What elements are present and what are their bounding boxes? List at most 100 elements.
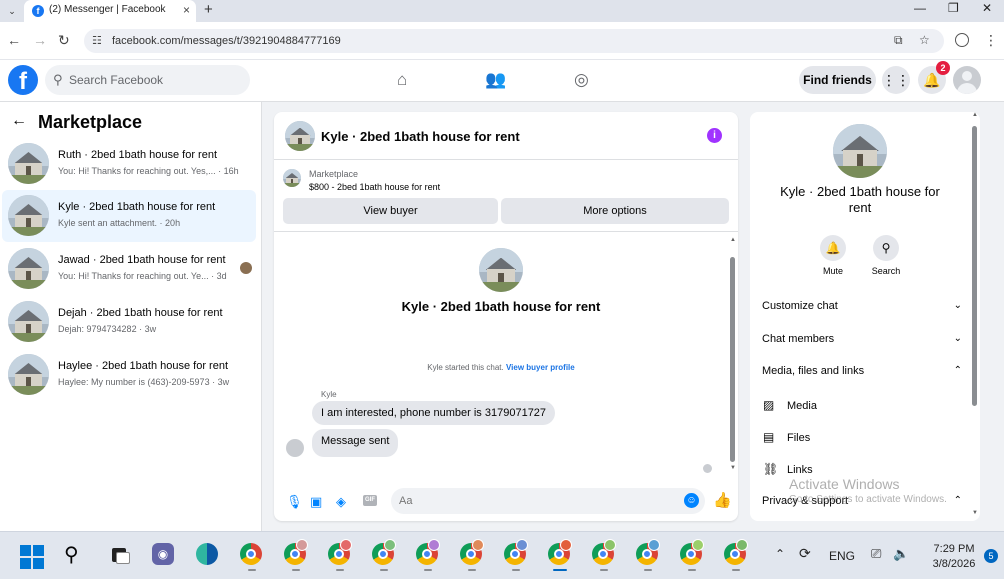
tab-close-icon[interactable]: × bbox=[183, 3, 190, 17]
chat-title[interactable]: Kyle · 2bed 1bath house for rent bbox=[321, 129, 520, 144]
browser-menu-icon[interactable]: ⋮ bbox=[984, 32, 998, 49]
network-icon[interactable]: ⎚ bbox=[871, 546, 881, 562]
chrome-profile-icon[interactable] bbox=[504, 539, 528, 571]
bookmark-star-icon[interactable]: ☆ bbox=[919, 33, 930, 47]
files-item[interactable]: ▤ Files bbox=[763, 430, 953, 444]
url-bar[interactable]: ☷ facebook.com/messages/t/39219048847771… bbox=[84, 29, 944, 53]
view-buyer-profile-link[interactable]: View buyer profile bbox=[506, 363, 575, 372]
find-friends-button[interactable]: Find friends bbox=[799, 66, 876, 94]
section-label: Media, files and links bbox=[762, 365, 865, 377]
scroll-down-icon[interactable]: ▼ bbox=[972, 510, 978, 516]
volume-icon[interactable]: 🔈 bbox=[893, 546, 909, 562]
media-item[interactable]: ▨ Media bbox=[763, 398, 953, 412]
chrome-profile-icon[interactable] bbox=[680, 539, 704, 571]
task-view-icon[interactable] bbox=[108, 543, 132, 567]
chrome-profile-icon[interactable] bbox=[372, 539, 396, 571]
search-conversation-button[interactable]: ⚲ Search bbox=[861, 235, 911, 276]
conversation-item[interactable]: Ruth · 2bed 1bath house for rent You: Hi… bbox=[2, 138, 256, 190]
info-icon[interactable]: i bbox=[707, 128, 722, 143]
new-tab-icon[interactable]: + bbox=[204, 1, 213, 18]
groups-icon[interactable]: ◎ bbox=[574, 70, 589, 90]
start-windows-icon[interactable] bbox=[20, 545, 44, 569]
home-icon[interactable]: ⌂ bbox=[397, 70, 407, 90]
language-indicator[interactable]: ENG bbox=[829, 549, 855, 563]
chevron-down-icon: ⌄ bbox=[953, 300, 962, 311]
media-files-links-section[interactable]: Media, files and links ⌃ bbox=[762, 365, 962, 385]
sticker-icon[interactable]: ◈ bbox=[336, 494, 346, 510]
tray-chevron-up-icon[interactable]: ⌃ bbox=[775, 547, 785, 561]
photo-attach-icon[interactable]: ▣ bbox=[310, 494, 322, 510]
facebook-logo-icon[interactable]: f bbox=[8, 65, 38, 95]
message-bubble[interactable]: Message sent bbox=[312, 429, 399, 457]
details-scrollbar[interactable]: ▲ ▼ bbox=[971, 112, 978, 520]
thumbs-up-icon[interactable]: 👍 bbox=[713, 491, 732, 509]
conversation-item-active[interactable]: Kyle · 2bed 1bath house for rent Kyle se… bbox=[2, 190, 256, 242]
bell-icon: 🔔 bbox=[820, 235, 846, 261]
conversation-name: Ruth · 2bed 1bath house for rent bbox=[58, 149, 217, 161]
conversation-item[interactable]: Dejah · 2bed 1bath house for rent Dejah:… bbox=[2, 296, 256, 348]
microphone-icon[interactable]: 🎙 bbox=[286, 494, 303, 510]
marketplace-label: Marketplace bbox=[309, 169, 359, 179]
restore-icon[interactable]: ❐ bbox=[948, 1, 959, 15]
gif-icon[interactable]: GIF bbox=[363, 495, 377, 506]
reload-icon[interactable]: ↻ bbox=[58, 32, 70, 48]
search-placeholder: Search Facebook bbox=[69, 73, 164, 87]
chrome-profile-icon[interactable] bbox=[636, 539, 660, 571]
browser-tab[interactable]: f (2) Messenger | Facebook × bbox=[24, 0, 196, 22]
scroll-up-icon[interactable]: ▲ bbox=[730, 237, 736, 243]
scroll-up-icon[interactable]: ▲ bbox=[972, 112, 978, 118]
edge-browser-icon[interactable] bbox=[196, 543, 220, 567]
chat-scroll-thumb[interactable] bbox=[730, 257, 735, 462]
facebook-search-box[interactable]: ⚲ Search Facebook bbox=[45, 65, 250, 95]
search-icon[interactable]: ⚲ bbox=[64, 543, 88, 567]
account-avatar[interactable] bbox=[953, 66, 981, 94]
message-input[interactable] bbox=[391, 488, 705, 514]
teams-chat-icon[interactable]: ◉ bbox=[152, 543, 176, 567]
chevron-up-icon: ⌃ bbox=[953, 495, 962, 506]
conversation-preview: Dejah: 9794734282 · 3w bbox=[58, 324, 157, 334]
chat-members-section[interactable]: Chat members ⌄ bbox=[762, 333, 962, 353]
listing-price[interactable]: $800 - 2bed 1bath house for rent bbox=[309, 182, 440, 192]
chat-started-note: Kyle started this chat. View buyer profi… bbox=[274, 363, 728, 372]
tab-search-icon[interactable]: ⌄ bbox=[4, 3, 20, 19]
notification-count-badge[interactable]: 5 bbox=[984, 549, 998, 563]
chrome-profile-icon[interactable] bbox=[592, 539, 616, 571]
chrome-icon[interactable] bbox=[240, 543, 264, 571]
customize-chat-section[interactable]: Customize chat ⌄ bbox=[762, 300, 962, 320]
view-buyer-button[interactable]: View buyer bbox=[283, 198, 498, 224]
emoji-icon[interactable]: ☺ bbox=[684, 493, 699, 508]
clock[interactable]: 7:29 PM 3/8/2026 bbox=[919, 542, 989, 572]
minimize-icon[interactable]: — bbox=[914, 1, 926, 15]
chat-scrollbar[interactable]: ▲ ▼ bbox=[730, 237, 736, 473]
more-options-button[interactable]: More options bbox=[501, 198, 729, 224]
forward-icon[interactable]: → bbox=[33, 32, 47, 48]
scroll-down-icon[interactable]: ▼ bbox=[730, 465, 736, 471]
close-window-icon[interactable]: ✕ bbox=[982, 1, 992, 15]
menu-grid-icon[interactable]: ⋮⋮ bbox=[882, 66, 910, 94]
back-arrow-icon[interactable]: ← bbox=[11, 112, 27, 130]
friends-icon[interactable]: 👥 bbox=[485, 70, 506, 90]
sender-name: Kyle bbox=[321, 390, 337, 399]
conversation-preview: You: Hi! Thanks for reaching out. Ye... … bbox=[58, 271, 227, 281]
conversation-item[interactable]: Jawad · 2bed 1bath house for rent You: H… bbox=[2, 243, 256, 295]
details-scroll-thumb[interactable] bbox=[972, 126, 977, 406]
message-bubble[interactable]: I am interested, phone number is 3179071… bbox=[312, 401, 556, 425]
chrome-profile-icon-active[interactable] bbox=[548, 539, 572, 571]
chrome-profile-icon[interactable] bbox=[416, 539, 440, 571]
back-icon[interactable]: ← bbox=[7, 32, 21, 48]
chat-thumbnail[interactable] bbox=[285, 121, 315, 151]
chrome-profile-icon[interactable] bbox=[328, 539, 352, 571]
chrome-profile-icon[interactable] bbox=[284, 539, 308, 571]
conversation-name: Haylee · 2bed 1bath house for rent bbox=[58, 360, 229, 372]
links-item[interactable]: ⛓ Links bbox=[763, 462, 953, 476]
mute-button[interactable]: 🔔 Mute bbox=[808, 235, 858, 276]
cast-icon[interactable]: ⧉ bbox=[894, 33, 903, 48]
seen-avatar bbox=[240, 262, 252, 274]
chat-center-thumbnail bbox=[479, 248, 523, 292]
site-info-icon[interactable]: ☷ bbox=[92, 34, 102, 47]
chrome-profile-icon[interactable] bbox=[460, 539, 484, 571]
sync-icon[interactable]: ⟳ bbox=[799, 545, 811, 562]
browser-profile-icon[interactable] bbox=[955, 33, 969, 47]
chrome-profile-icon[interactable] bbox=[724, 539, 748, 571]
conversation-item[interactable]: Haylee · 2bed 1bath house for rent Hayle… bbox=[2, 349, 256, 401]
